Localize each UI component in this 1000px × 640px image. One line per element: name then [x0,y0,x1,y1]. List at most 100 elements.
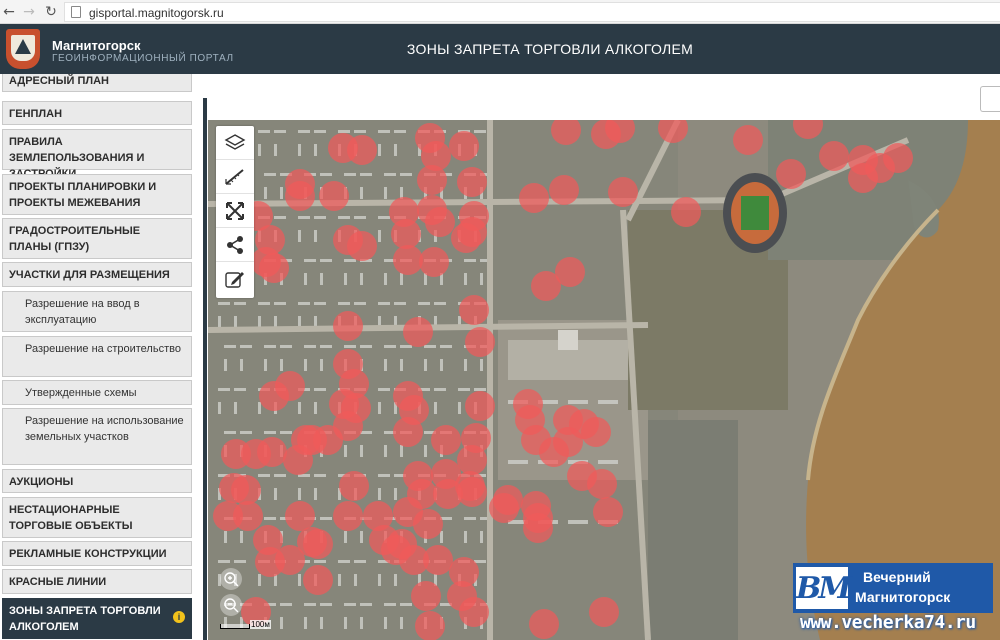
restriction-zone-37[interactable] [451,223,481,253]
restriction-zone-71[interactable] [393,417,423,447]
restriction-zone-39[interactable] [419,247,449,277]
restriction-zone-117[interactable] [589,597,619,627]
search-input[interactable] [980,86,1000,112]
restriction-zone-69[interactable] [313,425,343,455]
arrow-left-icon[interactable]: ← [0,3,18,21]
restriction-zone-44[interactable] [333,311,363,341]
restriction-zone-43[interactable] [259,253,289,283]
restriction-zone-87[interactable] [231,475,261,505]
restriction-zone-112[interactable] [303,565,333,595]
sidebar-subitem-land-use-permit[interactable]: Разрешение на использование земельных уч… [2,408,192,465]
restriction-zone-118[interactable] [415,611,445,640]
sidebar-item-land-use-rules[interactable]: ПРАВИЛА ЗЕМЛЕПОЛЬЗОВАНИЯ И ЗАСТРОЙКИ [2,129,192,180]
newspaper-watermark-logo: ВМ Вечерний Магнитогорск [793,563,993,613]
sidebar-item-red-lines[interactable]: КРАСНЫЕ ЛИНИИ [2,569,192,594]
restriction-zone-17[interactable] [848,163,878,193]
sidebar-item-genplan[interactable]: ГЕНПЛАН [2,101,192,125]
restriction-zone-41[interactable] [555,257,585,287]
restriction-zone-105[interactable] [303,529,333,559]
restriction-zone-93[interactable] [233,501,263,531]
restriction-zone-114[interactable] [411,581,441,611]
restriction-zone-109[interactable] [423,545,453,575]
restriction-zone-2[interactable] [347,135,377,165]
sidebar-item-label: Разрешение на строительство [25,343,181,355]
restriction-zone-66[interactable] [257,437,287,467]
restriction-zone-100[interactable] [523,513,553,543]
restriction-zone-10[interactable] [733,125,763,155]
city-emblem-logo[interactable] [6,29,40,69]
sidebar-item-non-stationary-objects[interactable]: НЕСТАЦИОНАРНЫЕ ТОРГОВЫЕ ОБЪЕКТЫ [2,497,192,538]
restriction-zone-20[interactable] [417,165,447,195]
restriction-zone-16[interactable] [883,143,913,173]
restriction-zone-11[interactable] [776,159,806,189]
sidebar-item-label: Разрешение на ввод в эксплуатацию [25,298,140,326]
sidebar-item-label: ГРАДОСТРОИТЕЛЬНЫЕ ПЛАНЫ (ГПЗУ) [9,225,141,253]
restriction-zone-116[interactable] [529,609,559,639]
sidebar-subitem-commissioning-permit[interactable]: Разрешение на ввод в эксплуатацию [2,291,192,332]
restriction-zone-21[interactable] [457,167,487,197]
restriction-zone-38[interactable] [393,245,423,275]
sidebar-item-planning-projects[interactable]: ПРОЕКТЫ ПЛАНИРОВКИ И ПРОЕКТЫ МЕЖЕВАНИЯ [2,174,192,215]
restriction-zone-113[interactable] [381,535,411,565]
browser-toolbar: ← → ↻ gisportal.magnitogorsk.ru [0,0,1000,24]
restriction-zone-23[interactable] [549,175,579,205]
restriction-zone-115[interactable] [459,597,489,627]
share-icon[interactable] [216,228,254,262]
restriction-zone-13[interactable] [819,141,849,171]
satellite-map[interactable] [208,120,1000,640]
restriction-zone-5[interactable] [449,131,479,161]
sidebar-subitem-construction-permit[interactable]: Разрешение на строительство [2,336,192,377]
restriction-zone-25[interactable] [671,197,701,227]
restriction-zone-88[interactable] [339,471,369,501]
restriction-zone-47[interactable] [465,327,495,357]
restriction-zone-98[interactable] [413,509,443,539]
sidebar-item-placement-sites[interactable]: УЧАСТКИ ДЛЯ РАЗМЕЩЕНИЯ [2,262,192,287]
sidebar-item-address-plan[interactable]: АДРЕСНЫЙ ПЛАН [2,74,192,92]
restriction-zone-74[interactable] [457,445,487,475]
restriction-zone-85[interactable] [593,497,623,527]
brand-name[interactable]: Магнитогорск [52,38,140,53]
restriction-zone-27[interactable] [285,181,315,211]
zoom-in-icon[interactable] [220,568,242,590]
restriction-zone-62[interactable] [581,417,611,447]
restriction-zone-57[interactable] [465,391,495,421]
restriction-zone-45[interactable] [403,317,433,347]
restriction-zone-50[interactable] [275,371,305,401]
sidebar-item-label: Утвержденные схемы [25,387,137,399]
layers-sidebar: АДРЕСНЫЙ ПЛАН ГЕНПЛАН ПРАВИЛА ЗЕМЛЕПОЛЬЗ… [0,74,205,640]
sidebar-item-auctions[interactable]: АУКЦИОНЫ [2,469,192,493]
restriction-zone-32[interactable] [391,219,421,249]
restriction-zone-84[interactable] [587,469,617,499]
restriction-zone-95[interactable] [333,501,363,531]
url-text[interactable]: gisportal.magnitogorsk.ru [89,6,224,20]
layers-icon[interactable] [216,126,254,160]
ruler-icon[interactable] [216,160,254,194]
restriction-zone-76[interactable] [539,437,569,467]
edit-icon[interactable] [216,262,254,296]
sidebar-item-gpzu[interactable]: ГРАДОСТРОИТЕЛЬНЫЕ ПЛАНЫ (ГПЗУ) [2,218,192,259]
restriction-zone-94[interactable] [285,501,315,531]
zoom-out-icon[interactable] [220,594,242,616]
sidebar-scrollbar[interactable] [203,98,207,640]
restriction-zone-91[interactable] [457,477,487,507]
portal-header: Магнитогорск ГЕОИНФОРМАЦИОННЫЙ ПОРТАЛ ЗО… [0,24,1000,74]
address-bar[interactable]: gisportal.magnitogorsk.ru [64,2,1000,22]
restriction-zone-46[interactable] [459,295,489,325]
restriction-zone-22[interactable] [519,183,549,213]
restriction-zone-99[interactable] [489,493,519,523]
restriction-zone-19[interactable] [319,181,349,211]
reload-icon[interactable]: ↻ [42,3,60,21]
sidebar-item-alcohol-zones[interactable]: ЗОНЫ ЗАПРЕТА ТОРГОВЛИ АЛКОГОЛЕМ i [2,598,192,639]
sidebar-subitem-approved-schemes[interactable]: Утвержденные схемы [2,380,192,405]
restriction-zone-24[interactable] [608,177,638,207]
restriction-zone-72[interactable] [431,425,461,455]
restriction-zone-30[interactable] [347,231,377,261]
page-icon [71,6,81,18]
restriction-zone-34[interactable] [425,207,455,237]
info-icon[interactable]: i [173,611,185,623]
arrow-right-icon[interactable]: → [20,3,38,21]
fullscreen-icon[interactable] [216,194,254,228]
sidebar-item-advertising-structures[interactable]: РЕКЛАМНЫЕ КОНСТРУКЦИИ [2,541,192,566]
restriction-zone-70[interactable] [283,445,313,475]
map-view[interactable]: 100м [208,120,1000,640]
